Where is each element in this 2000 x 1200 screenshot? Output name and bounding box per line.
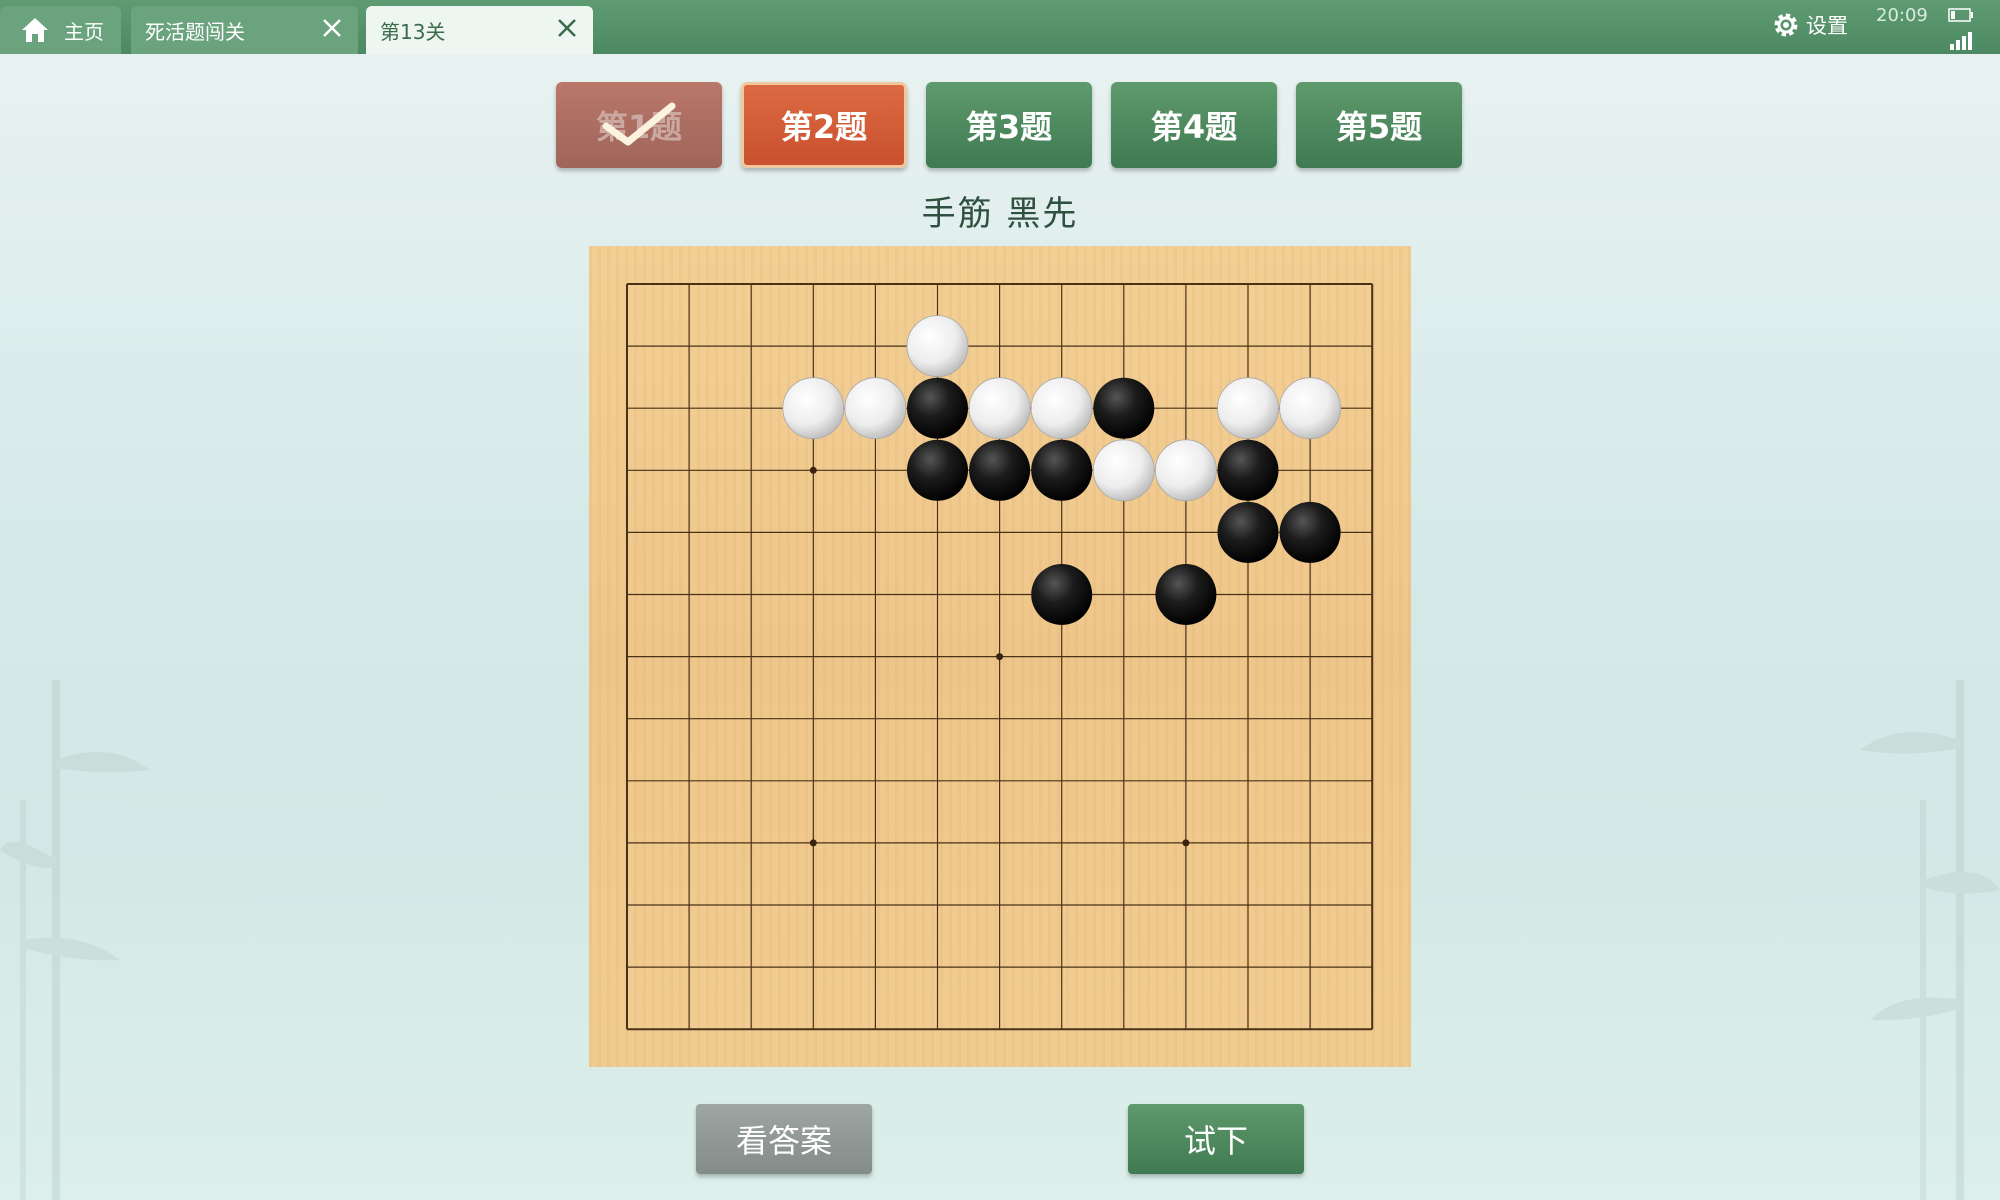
gear-icon	[1774, 13, 1798, 37]
board-grid[interactable]	[589, 246, 1411, 1067]
star-point	[1182, 839, 1190, 847]
view-answer-button[interactable]: 看答案	[696, 1104, 872, 1174]
go-board[interactable]	[589, 246, 1411, 1067]
bamboo-decoration	[1860, 680, 2000, 1200]
black-stone	[907, 377, 968, 439]
black-stone	[907, 439, 968, 501]
black-stone	[1155, 564, 1217, 625]
problem-4-button[interactable]: 第4题	[1111, 82, 1277, 168]
black-stone	[1217, 501, 1279, 563]
problem-label: 第3题	[965, 108, 1053, 146]
problem-2-button[interactable]: 第2题	[741, 82, 907, 168]
signal-icon	[1950, 32, 1972, 50]
problem-label: 第5题	[1335, 108, 1423, 146]
settings-button[interactable]: 设置	[1772, 10, 1848, 40]
black-stone	[969, 439, 1031, 501]
white-stone	[906, 315, 969, 377]
problem-subtitle: 手筋 黑先	[921, 194, 1079, 234]
problem-3-button[interactable]: 第3题	[926, 82, 1092, 168]
black-stone	[1217, 439, 1279, 501]
close-icon[interactable]	[555, 16, 579, 40]
checkmark-icon	[602, 102, 676, 146]
problem-label: 第2题	[780, 108, 868, 146]
white-stone	[968, 377, 1031, 440]
tab-label: 死活题闯关	[145, 19, 245, 44]
settings-label: 设置	[1806, 14, 1848, 38]
white-stone	[1092, 439, 1155, 502]
clock: 20:09	[1876, 5, 1928, 26]
try-move-button[interactable]: 试下	[1128, 1104, 1304, 1174]
black-stone	[1031, 564, 1093, 625]
star-point	[996, 653, 1004, 661]
close-icon[interactable]	[320, 16, 344, 40]
white-stone	[1217, 377, 1279, 440]
white-stone	[1030, 377, 1093, 440]
tab-level[interactable]: 第13关	[366, 6, 593, 54]
problem-5-button[interactable]: 第5题	[1296, 82, 1462, 168]
star-point	[809, 839, 817, 847]
white-stone	[1279, 377, 1341, 440]
tab-challenge[interactable]: 死活题闯关	[131, 6, 358, 54]
top-bar: 主页 死活题闯关 第13关 设置 20:09	[0, 0, 2000, 54]
black-stone	[1031, 439, 1093, 501]
problem-label: 第4题	[1150, 108, 1238, 146]
black-stone	[1279, 501, 1341, 563]
home-icon	[22, 18, 48, 42]
white-stone	[782, 377, 845, 440]
tab-label: 第13关	[380, 19, 446, 44]
white-stone	[1155, 439, 1217, 502]
battery-icon	[1948, 8, 1973, 22]
bamboo-decoration	[0, 680, 150, 1200]
tab-label: 主页	[64, 19, 104, 44]
tab-home[interactable]: 主页	[0, 6, 121, 54]
white-stone	[844, 377, 907, 440]
black-stone	[1093, 377, 1155, 439]
problem-1-button[interactable]: 第1题	[556, 82, 722, 168]
star-point	[809, 466, 817, 474]
